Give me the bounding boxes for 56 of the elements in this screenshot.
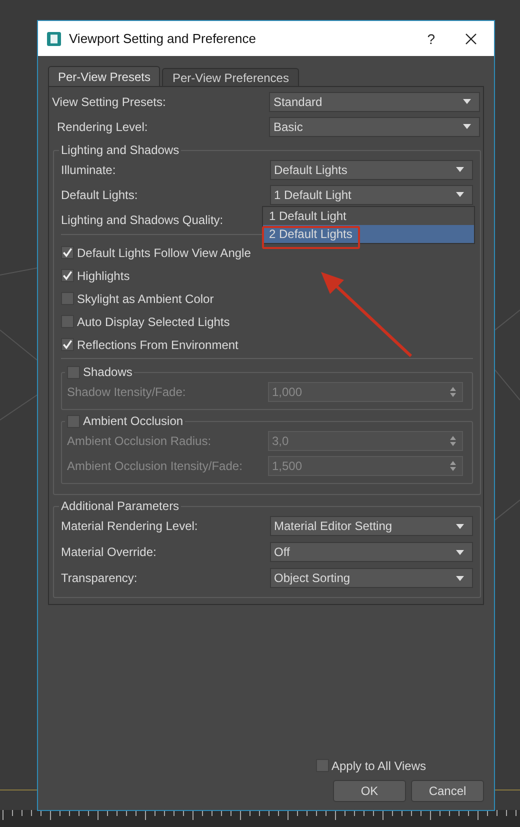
checkbox[interactable] — [316, 759, 328, 772]
dropdown-option[interactable]: 1 Default Light — [263, 206, 474, 224]
dropdown-option[interactable]: 2 Default Lights — [263, 224, 474, 242]
dropdown[interactable]: Object Sorting — [270, 568, 473, 588]
spinner-arrows-icon — [450, 436, 456, 446]
dropdown[interactable]: Material Editor Setting — [270, 516, 473, 536]
caret-icon — [456, 167, 464, 172]
checkbox[interactable] — [61, 246, 74, 259]
checkbox-label: Default Lights Follow View Angle — [77, 246, 251, 260]
checkbox-label: Highlights — [77, 268, 130, 282]
checkbox[interactable] — [67, 366, 80, 378]
field-label: Material Rendering Level: — [60, 519, 199, 533]
checkbox[interactable] — [61, 338, 74, 351]
field-label: Transparency: — [60, 571, 138, 585]
dropdown[interactable]: Standard — [269, 92, 480, 112]
checkbox[interactable] — [61, 269, 74, 282]
field-label: Shadow Itensity/Fade: — [66, 384, 187, 398]
tab[interactable]: Per-View Preferences — [162, 68, 299, 86]
field-label: Lighting and Shadows Quality: — [60, 212, 224, 226]
field-label: Rendering Level: — [56, 120, 149, 134]
caret-icon — [456, 524, 464, 528]
group-title: Shadows — [83, 365, 132, 379]
caret-icon — [456, 550, 464, 554]
checkbox-label: Auto Display Selected Lights — [77, 314, 230, 328]
checkbox[interactable] — [61, 315, 74, 328]
window-title: Viewport Setting and Preference — [69, 31, 257, 46]
field-label: Material Override: — [60, 545, 158, 559]
dropdown[interactable]: Default Lights — [270, 160, 473, 180]
dropdown[interactable]: Basic — [269, 116, 480, 136]
checkbox[interactable] — [67, 414, 80, 428]
dropdown[interactable]: 1 Default Light — [270, 184, 473, 204]
group-title: Ambient Occlusion — [83, 414, 184, 428]
field-label: Illuminate: — [60, 162, 117, 176]
caret-icon — [456, 576, 464, 580]
caret-icon — [463, 124, 471, 129]
checkbox-label: Reflections From Environment — [77, 338, 238, 352]
checkbox[interactable] — [61, 292, 74, 305]
field-label: Ambient Occlusion Radius: — [66, 434, 212, 448]
ok-button[interactable]: OK — [333, 780, 406, 802]
field-label: Default Lights: — [60, 188, 139, 202]
dropdown[interactable]: Off — [270, 542, 473, 562]
field-label: Ambient Occlusion Itensity/Fade: — [66, 458, 244, 472]
help-button[interactable]: ? — [427, 30, 435, 46]
group-title: Lighting and Shadows — [60, 143, 180, 157]
close-icon[interactable] — [465, 32, 477, 44]
field-label: View Setting Presets: — [52, 94, 167, 108]
caret-icon — [456, 192, 464, 197]
spinner-arrows-icon — [450, 460, 456, 470]
app-icon — [47, 32, 61, 46]
group-title: Additional Parameters — [60, 499, 180, 513]
spinner-arrows-icon — [450, 386, 456, 396]
tab[interactable]: Per-View Presets — [48, 66, 160, 86]
checkbox-label: Skylight as Ambient Color — [77, 292, 214, 306]
caret-icon — [463, 99, 471, 104]
checkbox-label: Apply to All Views — [332, 758, 426, 772]
cancel-button[interactable]: Cancel — [411, 780, 484, 802]
